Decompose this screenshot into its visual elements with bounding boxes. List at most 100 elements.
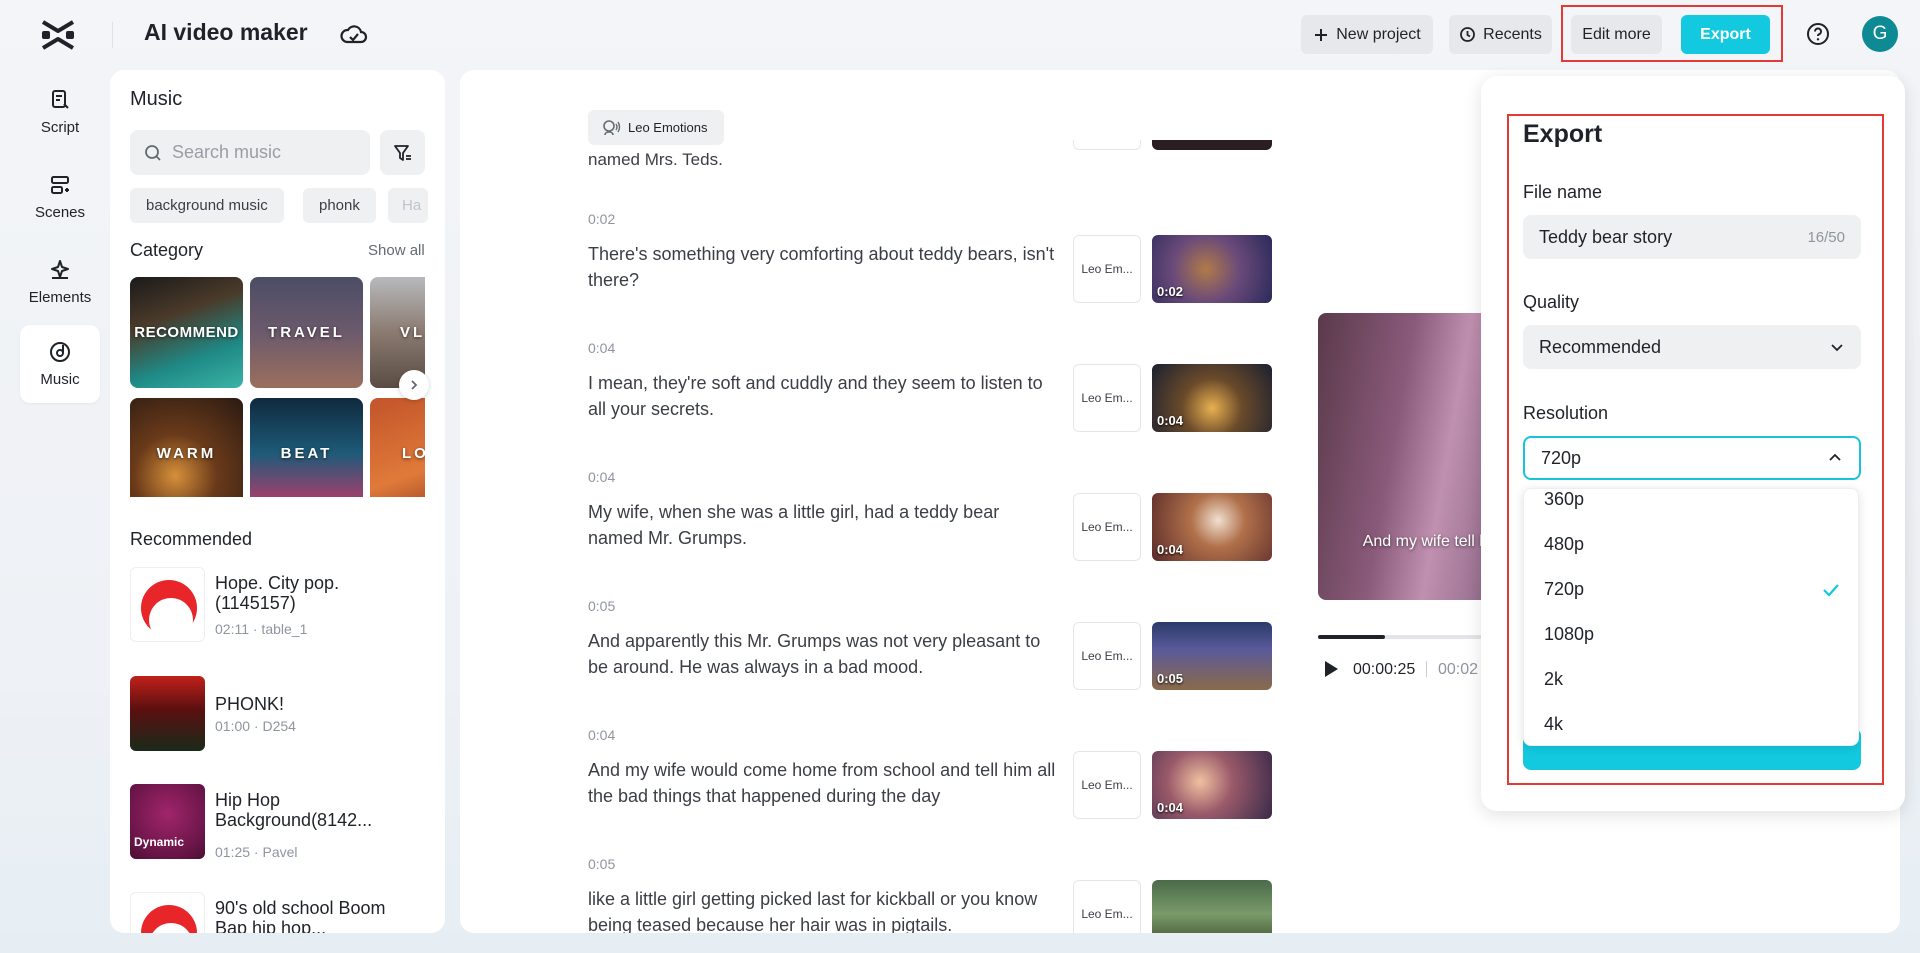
scene-duration: 0:02 [1157,284,1183,299]
clock-icon [1459,26,1476,43]
track-item[interactable]: Dynamic Hip Hop Background(8142... 01:25… [130,784,430,859]
scene-text[interactable]: My wife, when she was a little girl, had… [588,499,1058,551]
category-tile-lofi[interactable]: LO [370,398,425,497]
scene-voice-button[interactable]: Leo Em... [1073,235,1141,303]
music-search-box[interactable] [130,130,370,175]
track-badge: Dynamic [134,835,184,849]
scene-text[interactable]: And apparently this Mr. Grumps was not v… [588,628,1058,680]
music-disc-icon [48,340,72,364]
export-title: Export [1523,120,1602,149]
total-time: 00:02 [1438,661,1478,679]
scene-text[interactable]: There's something very comforting about … [588,241,1058,293]
scene-duration: 0:05 [1157,671,1183,686]
file-name-input[interactable] [1539,227,1807,248]
filter-icon [392,142,414,164]
resolution-option-label: 2k [1544,669,1563,690]
scene-voice-button[interactable]: Leo Em... [1073,622,1141,690]
category-grid: RECOMMEND TRAVEL VL WARM BEAT LO [130,277,425,497]
resolution-option-4k[interactable]: 4k [1524,702,1859,746]
scene-voice-button[interactable]: Leo Em... [1073,880,1141,933]
filter-button[interactable] [380,130,425,175]
resolution-option-1080p[interactable]: 1080p [1524,612,1859,657]
export-button[interactable]: Export [1681,15,1770,54]
nav-music[interactable]: Music [20,325,100,403]
voice-icon [602,119,622,137]
scene-thumbnail[interactable]: 0:02 [1152,235,1272,303]
scene-voice-button[interactable]: Leo Em... [1073,364,1141,432]
resolution-option-480p[interactable]: 480p [1524,522,1859,567]
scene-time: 0:05 [588,598,615,614]
track-meta: 02:11 · table_1 [215,621,307,637]
recommended-title: Recommended [130,529,252,550]
edit-more-button[interactable]: Edit more [1571,15,1662,54]
resolution-option-2k[interactable]: 2k [1524,657,1859,702]
scene-time: 0:04 [588,727,615,743]
track-thumbnail: Dynamic [130,784,205,859]
track-meta: 01:25 · Pavel [215,844,298,860]
play-icon[interactable] [1322,659,1340,679]
chip-phonk[interactable]: phonk [303,188,376,223]
track-item[interactable]: PHONK! 01:00 · D254 [130,676,430,751]
chip-partial[interactable]: Ha [388,188,428,223]
scene-text[interactable]: And my wife would come home from school … [588,757,1058,809]
track-item[interactable]: 90's old school Boom Bap hip hop... [130,892,430,933]
track-thumbnail [130,567,205,642]
resolution-select[interactable]: 720p [1523,436,1861,480]
search-icon [144,144,162,162]
category-next-button[interactable] [399,370,429,400]
category-tile-recommend[interactable]: RECOMMEND [130,277,243,388]
scene-voice-button[interactable]: Leo Em... [1073,493,1141,561]
voice-selector[interactable]: Leo Emotions [588,110,724,145]
plus-icon [1313,27,1329,43]
track-thumbnail [130,676,205,751]
nav-scenes-label: Scenes [35,204,85,221]
chevron-right-icon [408,379,420,391]
category-tile-travel[interactable]: TRAVEL [250,277,363,388]
resolution-option-label: 480p [1544,534,1584,555]
music-panel-title: Music [130,88,182,111]
help-icon[interactable] [1806,22,1830,46]
quality-select[interactable]: Recommended [1523,325,1861,369]
new-project-label: New project [1336,26,1420,44]
scene-text[interactable]: like a little girl getting picked last f… [588,886,1058,933]
resolution-label: Resolution [1523,403,1608,424]
track-art-icon [131,893,205,933]
category-tile-warm[interactable]: WARM [130,398,243,497]
nav-scenes[interactable]: Scenes [20,158,100,236]
track-name: Hope. City pop.(1145157) [215,573,415,613]
quality-label: Quality [1523,292,1579,313]
resolution-option-360p[interactable]: 360p [1524,488,1859,522]
search-input[interactable] [172,142,352,163]
category-tile-beat[interactable]: BEAT [250,398,363,497]
nav-elements[interactable]: Elements [20,243,100,321]
new-project-button[interactable]: New project [1301,15,1433,54]
scene-time: 0:04 [588,469,615,485]
scene-thumbnail[interactable]: 0:05 [1152,622,1272,690]
show-all-link[interactable]: Show all [368,242,425,259]
track-name: Hip Hop Background(8142... [215,790,415,830]
nav-script-label: Script [41,119,79,136]
scene-voice-button[interactable]: Leo Em... [1073,751,1141,819]
resolution-option-720p[interactable]: 720p [1524,567,1859,612]
resolution-option-label: 1080p [1544,624,1594,645]
scene-thumbnail[interactable]: 0:04 [1152,493,1272,561]
chip-background-music[interactable]: background music [130,188,284,223]
avatar[interactable]: G [1862,16,1898,52]
track-item[interactable]: Hope. City pop.(1145157) 02:11 · table_1 [130,567,430,642]
nav-script[interactable]: Script [20,73,100,151]
cloud-sync-icon[interactable] [340,22,368,48]
scene-time: 0:05 [588,856,615,872]
scene-voice-partial [1073,140,1141,150]
scene-thumb-partial [1152,140,1272,150]
quality-value: Recommended [1539,337,1661,358]
capcut-logo-icon[interactable] [40,18,76,52]
scene-duration: 0:04 [1157,542,1183,557]
resolution-option-label: 360p [1544,489,1584,510]
time-divider [1426,661,1427,677]
scene-thumbnail[interactable]: 0:04 [1152,751,1272,819]
scene-text[interactable]: I mean, they're soft and cuddly and they… [588,370,1058,422]
recents-button[interactable]: Recents [1449,15,1552,54]
scene-thumbnail[interactable] [1152,880,1272,933]
file-name-field[interactable]: 16/50 [1523,215,1861,259]
scene-thumbnail[interactable]: 0:04 [1152,364,1272,432]
